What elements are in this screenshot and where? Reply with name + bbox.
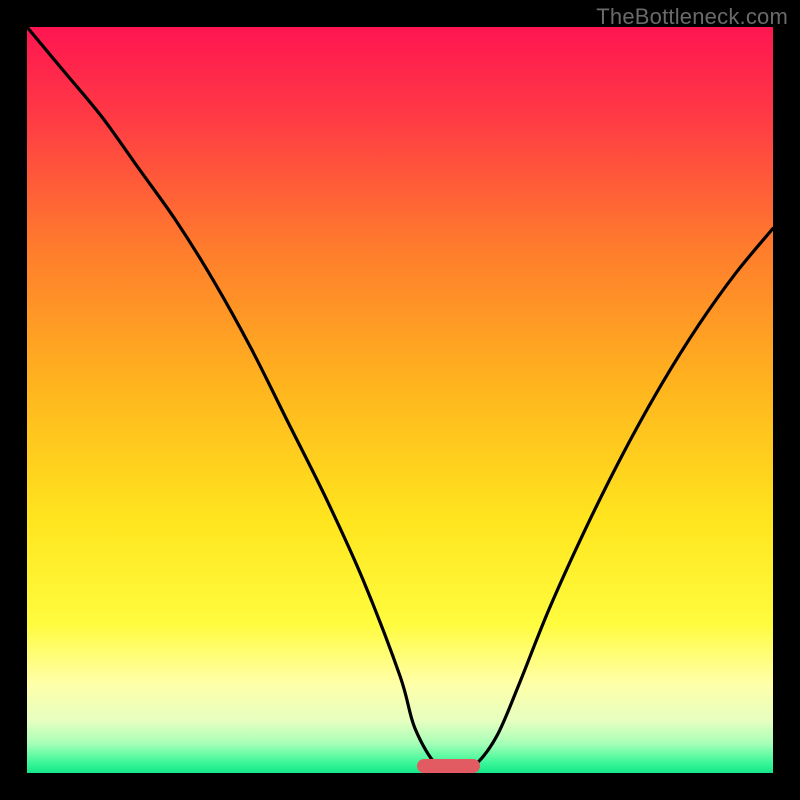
bottleneck-curve bbox=[27, 27, 773, 773]
watermark-text: TheBottleneck.com bbox=[596, 4, 788, 30]
plot-area bbox=[27, 27, 773, 773]
optimal-marker bbox=[417, 759, 480, 773]
chart-frame: TheBottleneck.com bbox=[0, 0, 800, 800]
